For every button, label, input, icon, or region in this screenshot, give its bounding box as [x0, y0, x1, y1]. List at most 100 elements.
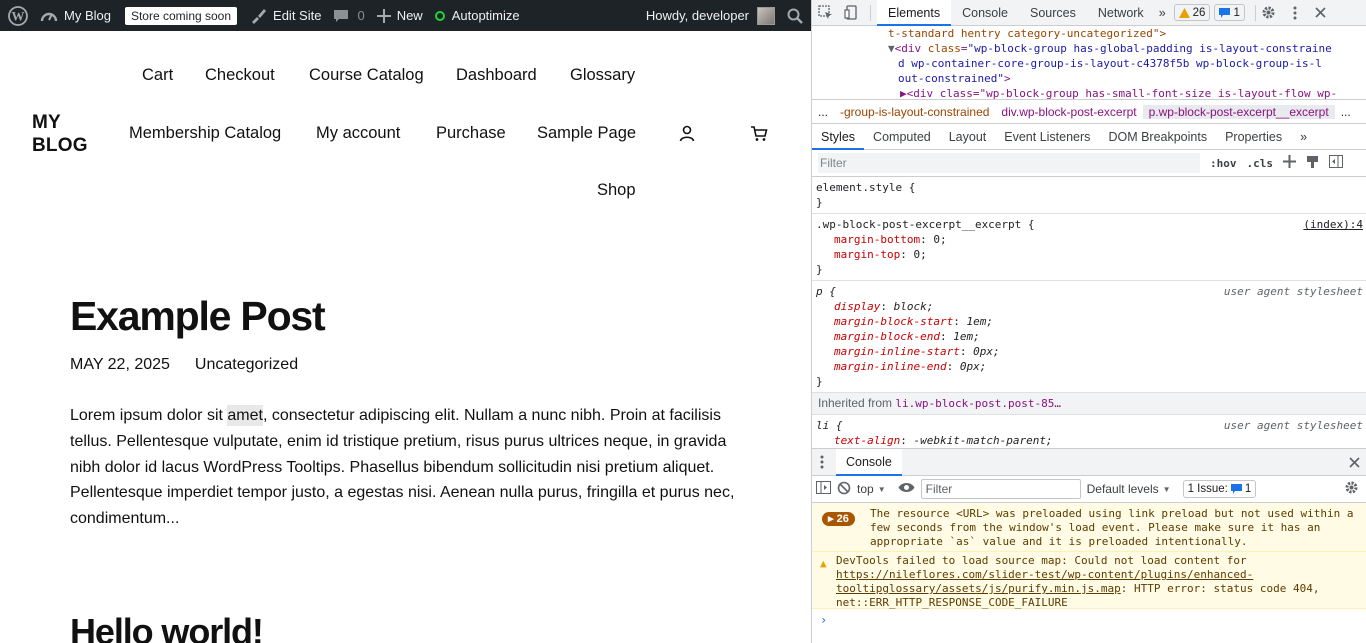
inherited-element-link[interactable]: li.wp-block-post.post-85… — [895, 397, 1061, 410]
dom-tree[interactable]: t-standard hentry category-uncategorized… — [812, 26, 1366, 99]
wordpress-logo-button[interactable]: W — [0, 0, 34, 31]
new-label: New — [396, 8, 423, 23]
nav-checkout[interactable]: Checkout — [205, 66, 275, 85]
tab-styles[interactable]: Styles — [812, 124, 865, 150]
nav-dashboard[interactable]: Dashboard — [456, 66, 537, 85]
console-warning-preload[interactable]: ▸ 26 The resource <URL> was preloaded us… — [812, 503, 1366, 552]
clear-console-button[interactable] — [837, 481, 851, 498]
dom-line[interactable]: ▶<div class="wp-block-group has-small-fo… — [818, 86, 1366, 99]
rule-close: } — [816, 375, 823, 388]
admin-bar-right: Howdy, developer — [640, 0, 811, 31]
rule-li-user-agent[interactable]: li { user agent stylesheet text-align: -… — [812, 415, 1366, 448]
cart-button[interactable] — [750, 125, 768, 147]
tab-network[interactable]: Network — [1087, 0, 1155, 26]
post-title-2[interactable]: Hello world! — [70, 611, 264, 643]
rule-p-user-agent[interactable]: p { user agent stylesheet display: block… — [812, 281, 1366, 393]
tab-event-listeners[interactable]: Event Listeners — [995, 124, 1099, 150]
property-value: -webkit-match-parent; — [913, 434, 1053, 447]
new-rule-button[interactable] — [1283, 154, 1296, 172]
tab-console[interactable]: Console — [951, 0, 1019, 26]
tab-dom-breakpoints[interactable]: DOM Breakpoints — [1099, 124, 1216, 150]
drawer-menu-button[interactable] — [812, 449, 832, 475]
nav-shop[interactable]: Shop — [597, 181, 636, 200]
breadcrumb-overflow[interactable]: ... — [1335, 105, 1357, 119]
account-menu[interactable]: Howdy, developer — [640, 0, 781, 31]
drawer-tab-console[interactable]: Console — [836, 448, 902, 476]
nav-my-account[interactable]: My account — [316, 124, 400, 143]
dom-line[interactable]: t-standard hentry category-uncategorized… — [818, 26, 1366, 41]
kebab-icon — [820, 455, 824, 469]
issues-button[interactable]: 1 Issue: 1 — [1182, 480, 1257, 498]
tab-elements[interactable]: Elements — [877, 0, 952, 26]
toggle-sidebar-button[interactable] — [1329, 155, 1343, 171]
more-tabs-button[interactable]: » — [1155, 0, 1170, 26]
breadcrumb-overflow[interactable]: ... — [812, 105, 834, 119]
tab-computed[interactable]: Computed — [864, 124, 940, 150]
css-property[interactable]: margin-top: 0; — [816, 247, 1363, 262]
dom-line-selected-group[interactable]: ▼<div class="wp-block-group has-global-p… — [818, 41, 1366, 56]
excerpt-text-end: , consectetur adipiscing elit. Nullam a … — [70, 407, 735, 528]
issues-count: 1 — [1244, 483, 1252, 495]
devtools-tabbar: Elements Console Sources Network » 26 1 — [812, 0, 1366, 26]
close-devtools-button[interactable] — [1308, 0, 1334, 26]
search-button[interactable] — [781, 0, 811, 31]
site-name-link[interactable]: My Blog — [34, 0, 117, 31]
console-settings-button[interactable] — [1344, 480, 1359, 498]
warnings-counter[interactable]: 26 — [1173, 4, 1211, 21]
property-value: 0; — [913, 248, 927, 261]
console-filter-input[interactable]: Filter — [920, 479, 1081, 499]
messages-counter[interactable]: 1 — [1214, 4, 1245, 21]
rule-element-style[interactable]: element.style { } — [812, 177, 1366, 214]
breadcrumb-item[interactable]: div.wp-block-post-excerpt — [995, 105, 1142, 119]
live-expression-button[interactable] — [898, 482, 915, 496]
nav-glossary[interactable]: Glossary — [570, 66, 635, 85]
breadcrumb-item-selected[interactable]: p.wp-block-post-excerpt__excerpt — [1142, 104, 1335, 119]
close-drawer-button[interactable] — [1341, 449, 1366, 475]
paint-icon — [1307, 156, 1318, 168]
css-property[interactable]: margin-bottom: 0; — [816, 232, 1363, 247]
console-sidebar-button[interactable] — [816, 481, 831, 497]
new-content-link[interactable]: New — [371, 0, 429, 31]
edit-site-link[interactable]: Edit Site — [243, 0, 327, 31]
tab-layout[interactable]: Layout — [940, 124, 996, 150]
device-toolbar-button[interactable] — [838, 0, 864, 26]
account-button[interactable] — [678, 124, 696, 147]
tab-sources[interactable]: Sources — [1019, 0, 1087, 26]
nav-sample-page[interactable]: Sample Page — [537, 124, 636, 143]
comments-link[interactable]: 0 — [327, 0, 370, 31]
store-badge-link[interactable]: Store coming soon — [117, 0, 243, 31]
css-property: margin-inline-start: 0px; — [834, 345, 1000, 358]
inspect-element-button[interactable] — [812, 0, 838, 26]
triangle-down-icon: ▼ — [888, 42, 895, 55]
more-options-button[interactable] — [1282, 0, 1308, 26]
rule-excerpt[interactable]: .wp-block-post-excerpt__excerpt { (index… — [812, 214, 1366, 281]
post-title[interactable]: Example Post — [70, 293, 326, 340]
context-selector[interactable]: top ▼ — [857, 482, 886, 496]
inherited-label: Inherited from — [818, 396, 893, 410]
hov-toggle[interactable]: :hov — [1210, 157, 1237, 170]
settings-button[interactable] — [1256, 0, 1282, 26]
breadcrumb-item[interactable]: -group-is-layout-constrained — [834, 105, 995, 119]
rule-source-link[interactable]: (index):4 — [1303, 217, 1363, 232]
dropdown-arrow-icon: ▼ — [877, 484, 886, 494]
tooltip-term[interactable]: amet — [227, 405, 263, 426]
autoptimize-link[interactable]: Autoptimize — [429, 0, 526, 31]
log-levels-dropdown[interactable]: Default levels ▼ — [1087, 482, 1171, 496]
property-name: text-align — [834, 434, 901, 447]
console-warning-sourcemap[interactable]: ▲ DevTools failed to load source map: Co… — [812, 552, 1366, 609]
styles-filter-input[interactable]: Filter — [818, 153, 1200, 173]
nav-course-catalog[interactable]: Course Catalog — [309, 66, 424, 85]
styles-filter-bar: Filter :hov .cls — [812, 150, 1366, 177]
nav-purchase[interactable]: Purchase — [436, 124, 506, 143]
color-format-button[interactable] — [1306, 155, 1319, 171]
console-prompt[interactable]: › — [812, 609, 1366, 631]
nav-cart[interactable]: Cart — [142, 66, 173, 85]
post-category[interactable]: Uncategorized — [195, 356, 298, 374]
cls-toggle[interactable]: .cls — [1247, 157, 1274, 170]
site-logo[interactable]: MY BLOG — [32, 111, 88, 157]
more-subtabs-button[interactable]: » — [1291, 124, 1316, 150]
tab-properties[interactable]: Properties — [1216, 124, 1291, 150]
dashboard-icon — [40, 12, 58, 21]
nav-membership-catalog[interactable]: Membership Catalog — [129, 124, 281, 143]
rule-origin: user agent stylesheet — [1223, 285, 1363, 298]
